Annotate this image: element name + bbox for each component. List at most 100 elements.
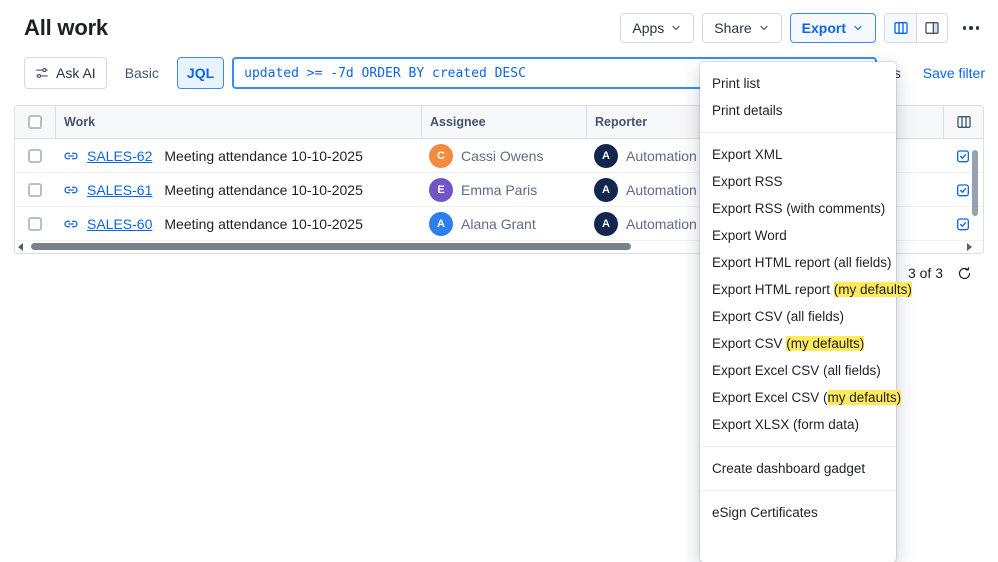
row-checkbox[interactable] — [28, 148, 42, 163]
horizontal-scrollbar-thumb[interactable] — [31, 243, 631, 250]
menu-item-text: Export HTML report — [712, 282, 834, 297]
export-menu-sections: Print list Print details Export XML Export … — [700, 70, 912, 526]
menu-item-print-list[interactable]: Print list — [700, 70, 896, 97]
menu-item-highlight: (my defaults) — [833, 282, 912, 297]
result-count: 3 of 3 — [907, 265, 943, 281]
menu-item-text: Create dashboard gadget — [712, 461, 866, 476]
scroll-right-arrow-icon[interactable] — [967, 242, 972, 251]
work-item-key-link[interactable]: SALES-62 — [87, 148, 152, 164]
chevron-down-icon — [852, 22, 864, 34]
menu-item-export-xml[interactable]: Export XML — [700, 141, 896, 168]
work-item-summary[interactable]: Meeting attendance 10-10-2025 — [164, 148, 362, 164]
work-cell: SALES-62 Meeting attendance 10-10-2025 — [55, 139, 421, 172]
work-item-key-link[interactable]: SALES-61 — [87, 182, 152, 198]
menu-item-text: Export Excel CSV (all fields) — [712, 363, 881, 378]
scroll-left-arrow-icon[interactable] — [18, 242, 23, 251]
row-checkbox[interactable] — [28, 216, 42, 231]
columns-config-button[interactable] — [956, 114, 972, 130]
row-select-cell — [15, 139, 55, 172]
row-check-icon[interactable] — [955, 216, 971, 232]
menu-item-highlight: my defaults) — [827, 390, 902, 405]
menu-item-export-rss[interactable]: Export RSS — [700, 168, 896, 195]
jql-mode-button[interactable]: JQL — [176, 57, 225, 89]
menu-item-text: Export XLSX (form data) — [712, 417, 860, 432]
ellipsis-icon — [969, 26, 973, 30]
ask-ai-icon — [35, 66, 49, 80]
assignee-name: Emma Paris — [461, 181, 538, 198]
menu-item-text: Export CSV — [712, 336, 787, 351]
menu-item-print-details[interactable]: Print details — [700, 97, 896, 124]
more-button[interactable] — [956, 13, 986, 43]
menu-item-export-excel-csv-my-defaults[interactable]: Export Excel CSV (my defaults) — [700, 384, 902, 411]
assignee-avatar: C — [429, 143, 453, 168]
refresh-button[interactable] — [957, 266, 972, 281]
work-type-icon — [63, 216, 79, 232]
list-view-button[interactable] — [885, 14, 916, 42]
chevron-down-icon — [670, 22, 682, 34]
reporter-avatar: A — [594, 211, 618, 236]
row-select-cell — [15, 173, 55, 206]
column-header-work[interactable]: Work — [55, 106, 421, 138]
assignee-avatar: A — [429, 211, 453, 236]
columns-icon — [956, 114, 972, 130]
detail-view-button[interactable] — [916, 14, 947, 42]
menu-item-text: eSign Certificates — [712, 505, 818, 520]
menu-item-export-excel-csv-all-fields[interactable]: Export Excel CSV (all fields) — [700, 357, 896, 384]
ask-ai-label: Ask AI — [56, 65, 96, 81]
menu-item-export-csv-my-defaults[interactable]: Export CSV (my defaults) — [700, 330, 896, 357]
row-check-icon[interactable] — [955, 182, 971, 198]
top-bar: All work Apps Share Export — [0, 0, 998, 51]
menu-item-export-html-report-all-fields[interactable]: Export HTML report (all fields) — [700, 249, 896, 276]
menu-item-text: Print details — [712, 103, 783, 118]
menu-item-text: Export RSS (with comments) — [712, 201, 886, 216]
work-type-icon — [63, 182, 79, 198]
row-check-icon[interactable] — [955, 148, 971, 164]
work-item-summary[interactable]: Meeting attendance 10-10-2025 — [164, 182, 362, 198]
reporter-avatar: A — [594, 177, 618, 202]
assignee-name: Alana Grant — [461, 215, 536, 232]
assignee-cell: A Alana Grant — [421, 207, 586, 240]
vertical-scrollbar-thumb[interactable] — [972, 150, 978, 216]
work-type-icon — [63, 148, 79, 164]
menu-item-export-xlsx-form-data[interactable]: Export XLSX (form data) — [700, 411, 896, 438]
chevron-down-icon — [758, 22, 770, 34]
menu-divider — [700, 446, 896, 447]
side-panel-icon — [924, 20, 940, 36]
work-cell: SALES-61 Meeting attendance 10-10-2025 — [55, 173, 421, 206]
apps-button[interactable]: Apps — [620, 13, 695, 43]
column-header-assignee[interactable]: Assignee — [421, 106, 586, 138]
menu-item-export-rss-with-comments[interactable]: Export RSS (with comments) — [700, 195, 896, 222]
row-checkbox[interactable] — [28, 182, 42, 197]
save-filter-link[interactable]: Save filter — [923, 65, 985, 81]
basic-mode-button[interactable]: Basic — [115, 57, 169, 89]
menu-item-esign-certificates[interactable]: eSign Certificates — [700, 499, 896, 526]
refresh-icon — [957, 266, 972, 281]
reporter-avatar: A — [594, 143, 618, 168]
menu-item-export-csv-all-fields[interactable]: Export CSV (all fields) — [700, 303, 896, 330]
share-button-label: Share — [714, 20, 752, 36]
export-button-label: Export — [801, 20, 846, 36]
apps-button-label: Apps — [632, 20, 665, 36]
select-all-checkbox[interactable] — [28, 115, 42, 129]
assignee-cell: C Cassi Owens — [421, 139, 586, 172]
menu-divider — [700, 490, 896, 491]
ask-ai-button[interactable]: Ask AI — [24, 57, 107, 89]
page-title: All work — [24, 15, 108, 40]
export-button[interactable]: Export — [789, 13, 876, 43]
ellipsis-icon — [962, 26, 967, 30]
row-select-cell — [15, 207, 55, 240]
menu-item-export-html-report-my-defaults[interactable]: Export HTML report (my defaults) — [700, 276, 912, 303]
work-item-summary[interactable]: Meeting attendance 10-10-2025 — [164, 216, 362, 232]
grid-view-icon — [893, 20, 909, 36]
page: All work Apps Share Export Ask AI Basic … — [0, 0, 998, 562]
menu-item-create-dashboard-gadget[interactable]: Create dashboard gadget — [700, 455, 896, 482]
share-button[interactable]: Share — [702, 13, 782, 43]
menu-item-text: Export RSS — [712, 174, 783, 189]
ellipsis-icon — [975, 26, 980, 30]
work-item-key-link[interactable]: SALES-60 — [87, 216, 152, 232]
menu-item-text: Export Excel CSV ( — [712, 390, 828, 405]
menu-item-export-word[interactable]: Export Word — [700, 222, 896, 249]
select-all-cell — [15, 106, 55, 138]
menu-item-text: Print list — [712, 76, 761, 91]
export-menu: Print list Print details Export XML Export … — [700, 62, 912, 562]
